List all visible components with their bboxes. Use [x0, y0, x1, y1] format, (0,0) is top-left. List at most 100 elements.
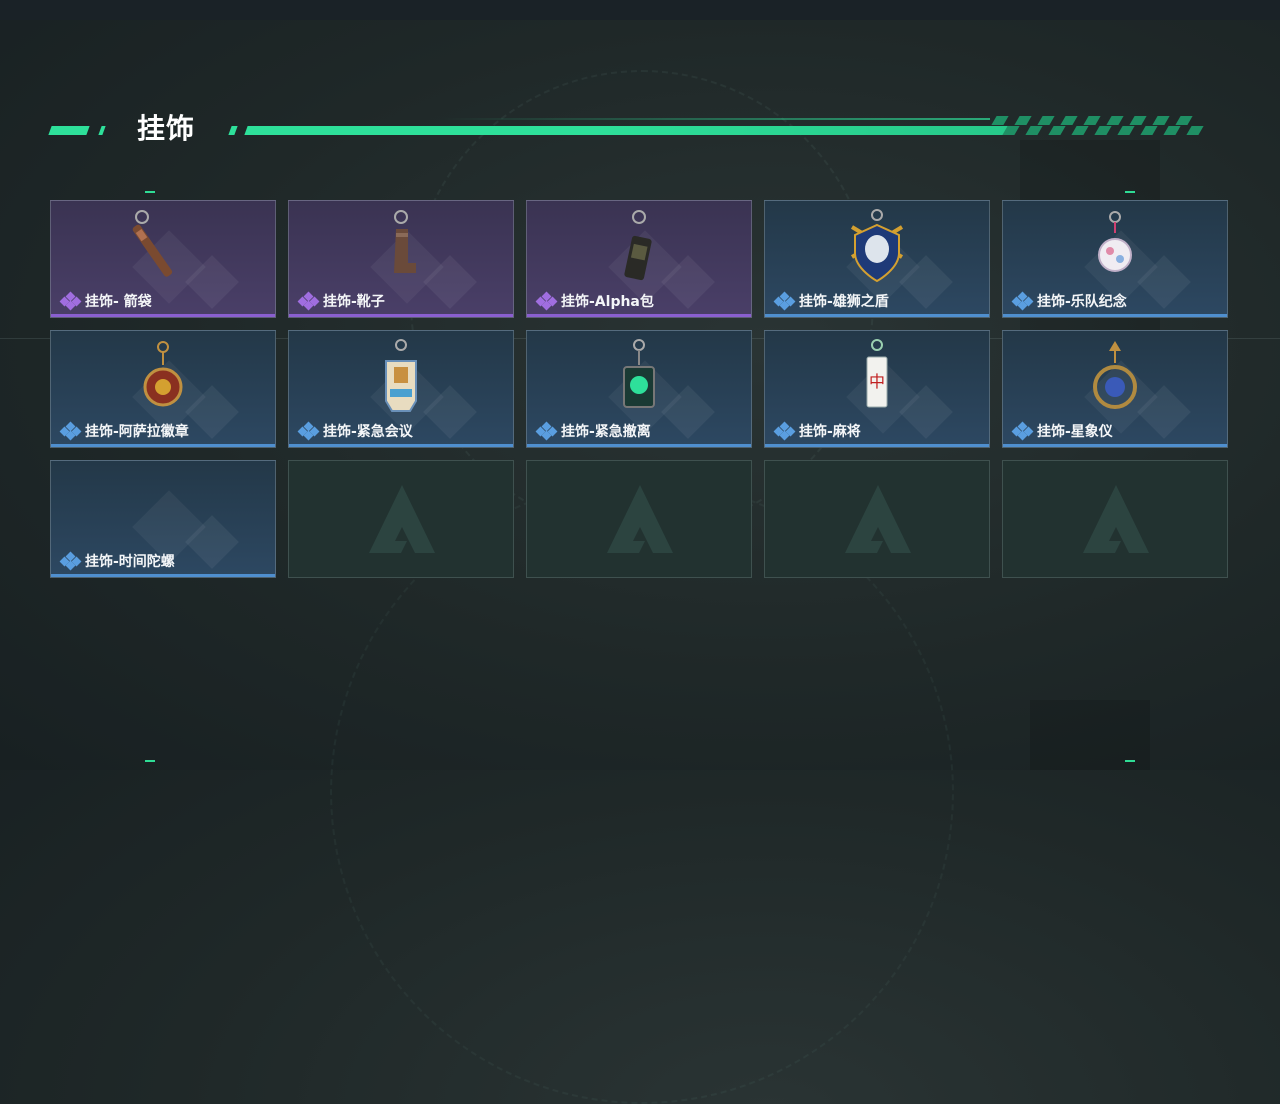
checker-square — [1152, 116, 1170, 125]
rarity-icon — [1011, 421, 1034, 441]
empty-slot — [288, 460, 514, 578]
checker-square — [1083, 116, 1101, 125]
charm-name: 挂饰-雄狮之盾 — [799, 294, 889, 310]
charm-label: 挂饰-紧急撤离 — [535, 421, 651, 441]
checker-square — [991, 116, 1009, 125]
rarity-bar — [1003, 314, 1227, 317]
corner-marker — [145, 191, 155, 193]
charm-card[interactable]: 挂饰- 箭袋 — [50, 200, 276, 318]
charm-card[interactable]: 挂饰-时间陀螺 — [50, 460, 276, 578]
placeholder-logo-icon — [607, 485, 673, 553]
charm-label: 挂饰- 箭袋 — [59, 291, 152, 311]
mahjong-charm-icon: 中 — [866, 339, 888, 408]
emergency-meeting-charm-icon — [385, 339, 417, 412]
placeholder-logo-icon — [845, 485, 911, 553]
checker-square — [1175, 116, 1193, 125]
checker-square — [1014, 116, 1032, 125]
checker-square — [1048, 126, 1066, 135]
rarity-bar — [51, 314, 275, 317]
charm-name: 挂饰-Alpha包 — [561, 294, 654, 310]
charm-card[interactable]: 中挂饰-麻将 — [764, 330, 990, 448]
checker-square — [1140, 126, 1158, 135]
rarity-bar — [527, 444, 751, 447]
header-bar — [244, 126, 1008, 135]
header-thin-line — [440, 118, 990, 120]
charm-card[interactable]: 挂饰-乐队纪念 — [1002, 200, 1228, 318]
checker-square — [1163, 126, 1181, 135]
header-checker-pattern — [991, 116, 1204, 135]
quiver-charm-icon — [132, 210, 173, 277]
rarity-icon — [59, 551, 82, 571]
rarity-icon — [297, 421, 320, 441]
charm-label: 挂饰-时间陀螺 — [59, 551, 175, 571]
charm-card[interactable]: 挂饰-星象仪 — [1002, 330, 1228, 448]
rarity-bar — [765, 314, 989, 317]
checker-square — [1106, 116, 1124, 125]
charm-name: 挂饰-靴子 — [323, 294, 385, 310]
checker-square — [1117, 126, 1135, 135]
emergency-evac-charm-icon — [623, 339, 655, 408]
checker-square — [1071, 126, 1089, 135]
charm-label: 挂饰-阿萨拉徽章 — [59, 421, 189, 441]
rarity-icon — [297, 291, 320, 311]
charm-card[interactable]: 挂饰-Alpha包 — [526, 200, 752, 318]
checker-square — [1025, 126, 1043, 135]
charm-label: 挂饰-麻将 — [773, 421, 861, 441]
section-title: 挂饰 — [137, 112, 196, 145]
charm-name: 挂饰-麻将 — [799, 424, 861, 440]
rarity-icon — [59, 291, 82, 311]
charm-name: 挂饰- 箭袋 — [85, 294, 152, 310]
checker-square — [1002, 126, 1020, 135]
checker-square — [1037, 116, 1055, 125]
charm-name: 挂饰-时间陀螺 — [85, 554, 175, 570]
rarity-icon — [1011, 291, 1034, 311]
alpha-bag-charm-icon — [624, 210, 652, 281]
band-badge-charm-icon — [1098, 211, 1132, 272]
charm-name: 挂饰-星象仪 — [1037, 424, 1113, 440]
header-accent — [98, 126, 106, 135]
svg-text:中: 中 — [869, 372, 885, 391]
rarity-icon — [535, 291, 558, 311]
rarity-bar — [1003, 444, 1227, 447]
checker-square — [1094, 126, 1112, 135]
asala-emblem-charm-icon — [143, 341, 183, 407]
rarity-icon — [773, 421, 796, 441]
charm-name: 挂饰-紧急会议 — [323, 424, 413, 440]
header-accent — [48, 126, 90, 135]
charm-label: 挂饰-雄狮之盾 — [773, 291, 889, 311]
charm-name: 挂饰-阿萨拉徽章 — [85, 424, 189, 440]
charm-card[interactable]: 挂饰-紧急会议 — [288, 330, 514, 448]
header-accent — [228, 126, 238, 135]
corner-marker — [1125, 760, 1135, 762]
checker-square — [1129, 116, 1147, 125]
corner-marker — [1125, 191, 1135, 193]
rarity-bar — [289, 314, 513, 317]
charm-card[interactable]: 挂饰-靴子 — [288, 200, 514, 318]
boot-charm-icon — [394, 210, 416, 273]
astrolabe-charm-icon — [1093, 341, 1137, 409]
rarity-bar — [51, 444, 275, 447]
charm-label: 挂饰-靴子 — [297, 291, 385, 311]
rarity-bar — [289, 444, 513, 447]
rarity-bar — [51, 574, 275, 577]
empty-slot — [1002, 460, 1228, 578]
charm-card[interactable]: 挂饰-紧急撤离 — [526, 330, 752, 448]
rarity-bar — [527, 314, 751, 317]
charm-card[interactable]: 挂饰-雄狮之盾 — [764, 200, 990, 318]
checker-square — [1186, 126, 1204, 135]
placeholder-logo-icon — [369, 485, 435, 553]
rarity-icon — [773, 291, 796, 311]
rarity-icon — [59, 421, 82, 441]
rarity-icon — [535, 421, 558, 441]
charm-card[interactable]: 挂饰-阿萨拉徽章 — [50, 330, 276, 448]
charm-label: 挂饰-乐队纪念 — [1011, 291, 1127, 311]
charm-label: 挂饰-星象仪 — [1011, 421, 1113, 441]
rarity-bar — [765, 444, 989, 447]
empty-slot — [526, 460, 752, 578]
top-strip — [0, 0, 1280, 20]
placeholder-logo-icon — [1083, 485, 1149, 553]
charm-label: 挂饰-紧急会议 — [297, 421, 413, 441]
empty-slot — [764, 460, 990, 578]
corner-marker — [145, 760, 155, 762]
lion-shield-charm-icon — [850, 209, 904, 283]
